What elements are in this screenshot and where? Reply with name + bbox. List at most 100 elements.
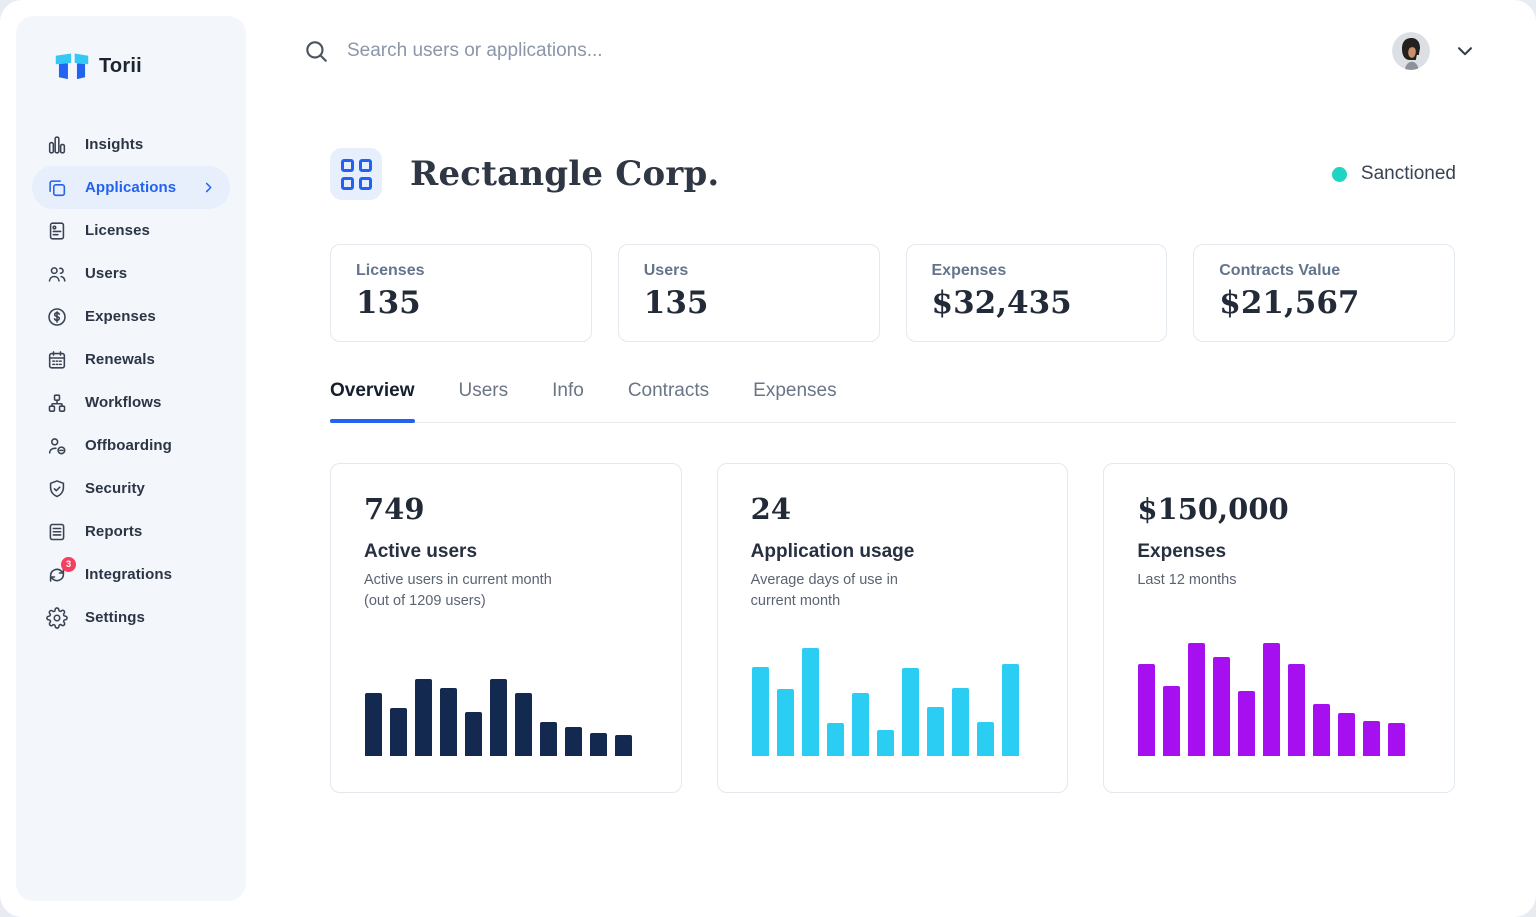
sidebar-item-label: Renewals	[85, 351, 155, 368]
sidebar-item-integrations[interactable]: 3 Integrations	[32, 553, 230, 596]
topbar	[246, 0, 1536, 102]
status-badge[interactable]: Sanctioned	[1332, 163, 1456, 185]
bar	[1288, 664, 1305, 756]
stat-label: Licenses	[356, 262, 566, 280]
bar	[877, 730, 894, 756]
page-title: Rectangle Corp.	[410, 154, 719, 194]
stat-label: Expenses	[932, 262, 1142, 280]
sidebar-item-label: Reports	[85, 523, 142, 540]
licenses-icon	[46, 220, 68, 242]
chart-title: Active users	[364, 541, 648, 563]
sidebar-item-label: Applications	[85, 179, 176, 196]
chevron-right-icon	[201, 180, 216, 195]
sidebar-item-workflows[interactable]: Workflows	[32, 381, 230, 424]
bar	[440, 688, 457, 756]
stat-card-contracts-value: Contracts Value $21,567	[1193, 244, 1455, 342]
app-window: Torii Insights Applications	[0, 0, 1536, 917]
tab-expenses[interactable]: Expenses	[753, 380, 836, 422]
tab-info[interactable]: Info	[552, 380, 584, 422]
stats-row: Licenses 135 Users 135 Expenses $32,435 …	[246, 200, 1536, 342]
search-icon	[303, 38, 329, 64]
sidebar-item-expenses[interactable]: Expenses	[32, 295, 230, 338]
bar	[902, 668, 919, 756]
app-name: Torii	[99, 55, 142, 78]
bar	[827, 723, 844, 756]
overview-charts: 749 Active users Active users in current…	[246, 423, 1536, 793]
active-users-bar-chart	[365, 636, 632, 756]
bar	[615, 735, 632, 756]
stat-card-users: Users 135	[618, 244, 880, 342]
tab-bar: Overview Users Info Contracts Expenses	[330, 380, 1456, 423]
bar	[515, 693, 532, 756]
stat-card-licenses: Licenses 135	[330, 244, 592, 342]
sidebar-item-security[interactable]: Security	[32, 467, 230, 510]
sidebar-item-label: Workflows	[85, 394, 161, 411]
stat-value: $32,435	[932, 285, 1142, 321]
applications-icon	[46, 177, 68, 199]
stat-value: 135	[644, 285, 854, 321]
sidebar-item-label: Integrations	[85, 566, 172, 583]
bar	[1263, 643, 1280, 756]
tab-users[interactable]: Users	[459, 380, 509, 422]
sidebar-item-label: Insights	[85, 136, 143, 153]
chart-desc-line: current month	[751, 593, 840, 609]
sidebar-item-label: Expenses	[85, 308, 156, 325]
users-icon	[46, 263, 68, 285]
sidebar-item-label: Licenses	[85, 222, 150, 239]
bar	[1002, 664, 1019, 756]
sidebar-item-label: Offboarding	[85, 437, 172, 454]
chart-headline-value: 749	[364, 492, 648, 526]
calendar-icon	[46, 349, 68, 371]
bar	[390, 708, 407, 756]
chart-headline-value: 24	[751, 492, 1035, 526]
stat-label: Users	[644, 262, 854, 280]
sidebar-item-offboarding[interactable]: Offboarding	[32, 424, 230, 467]
stat-card-expenses: Expenses $32,435	[906, 244, 1168, 342]
chart-title: Expenses	[1137, 541, 1421, 563]
bar	[565, 727, 582, 756]
chart-description: Last 12 months	[1137, 570, 1421, 591]
report-doc-icon	[46, 521, 68, 543]
sidebar-item-licenses[interactable]: Licenses	[32, 209, 230, 252]
chart-desc-line: Active users in current month	[364, 572, 552, 588]
bar	[415, 679, 432, 756]
application-usage-card: 24 Application usage Average days of use…	[717, 463, 1069, 793]
bar	[927, 707, 944, 756]
tab-contracts[interactable]: Contracts	[628, 380, 709, 422]
sidebar-item-applications[interactable]: Applications	[32, 166, 230, 209]
person-minus-icon	[46, 435, 68, 457]
chart-desc-line: Last 12 months	[1137, 572, 1236, 588]
tab-overview[interactable]: Overview	[330, 380, 415, 422]
bar	[852, 693, 869, 756]
avatar[interactable]	[1392, 32, 1430, 70]
main-content: Rectangle Corp. Sanctioned Licenses 135 …	[246, 0, 1536, 917]
bar	[1388, 723, 1405, 756]
app-header: Rectangle Corp. Sanctioned	[246, 102, 1536, 200]
bar	[365, 693, 382, 756]
bar	[1138, 664, 1155, 756]
shield-check-icon	[46, 478, 68, 500]
sidebar-item-insights[interactable]: Insights	[32, 123, 230, 166]
chevron-down-icon[interactable]	[1454, 40, 1476, 62]
sidebar-item-users[interactable]: Users	[32, 252, 230, 295]
sidebar-item-renewals[interactable]: Renewals	[32, 338, 230, 381]
workflow-icon	[46, 392, 68, 414]
gear-icon	[46, 607, 68, 629]
bar	[1238, 691, 1255, 756]
sidebar-item-reports[interactable]: Reports	[32, 510, 230, 553]
bar	[1313, 704, 1330, 756]
bar	[1163, 686, 1180, 756]
status-dot-icon	[1332, 167, 1347, 182]
chart-desc-line: (out of 1209 users)	[364, 593, 486, 609]
dollar-circle-icon	[46, 306, 68, 328]
integrations-badge: 3	[61, 557, 76, 572]
bar	[777, 689, 794, 756]
active-users-card: 749 Active users Active users in current…	[330, 463, 682, 793]
search-input[interactable]	[347, 40, 1392, 62]
bar	[465, 712, 482, 756]
sidebar-item-settings[interactable]: Settings	[32, 596, 230, 639]
bar	[977, 722, 994, 756]
sidebar-item-label: Security	[85, 480, 145, 497]
sidebar-item-label: Users	[85, 265, 127, 282]
status-label: Sanctioned	[1361, 163, 1456, 185]
